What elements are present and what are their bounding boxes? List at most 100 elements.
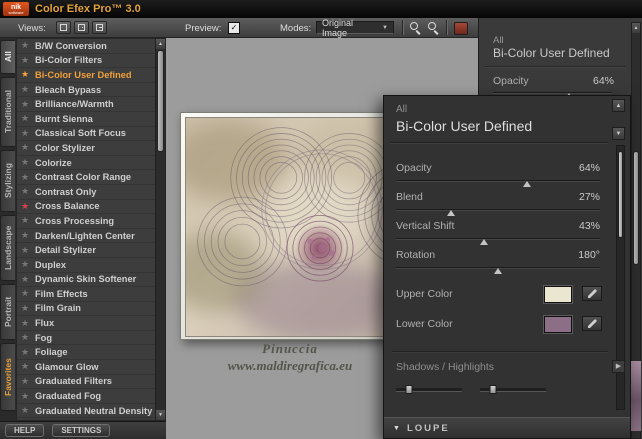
scrollbar-thumb[interactable] (633, 151, 639, 265)
filter-item[interactable]: ★Foliage (17, 345, 156, 360)
zoom-out-tool-icon[interactable] (428, 22, 440, 34)
favorite-star-icon[interactable]: ★ (21, 392, 31, 401)
rotation-value: 180° (578, 249, 600, 261)
tab-landscape[interactable]: Landscape (0, 215, 15, 281)
favorite-star-icon[interactable]: ★ (21, 129, 31, 138)
filter-label: Colorize (35, 158, 72, 168)
filter-item[interactable]: ★Contrast Color Range (17, 170, 156, 185)
scroll-down-icon[interactable]: ▼ (156, 410, 165, 420)
preview-checkbox[interactable]: ✓ (228, 22, 240, 34)
tab-traditional[interactable]: Traditional (0, 77, 15, 147)
tab-all[interactable]: All (0, 40, 15, 74)
color-compare-button[interactable] (454, 22, 468, 35)
favorite-star-icon[interactable]: ★ (21, 362, 31, 371)
filter-item[interactable]: ★B/W Conversion (17, 39, 156, 54)
filter-item[interactable]: ★ Duplex (17, 258, 156, 273)
lower-color-eyedropper-button[interactable] (582, 316, 602, 331)
filter-item[interactable]: ★Dynamic Skin Softener (17, 273, 156, 288)
upper-color-eyedropper-button[interactable] (582, 286, 602, 301)
favorite-star-icon[interactable]: ★ (21, 260, 31, 269)
filter-item[interactable]: ★Fog (17, 331, 156, 346)
blend-slider[interactable] (396, 209, 600, 219)
scrollbar-thumb[interactable] (618, 151, 623, 238)
loupe-collapse-icon[interactable]: ▼ (393, 425, 400, 432)
favorite-star-icon[interactable]: ★ (21, 114, 31, 123)
favorite-star-icon[interactable]: ★ (21, 246, 31, 255)
view-split-button[interactable] (74, 21, 89, 34)
filter-item[interactable]: ★Brilliance/Warmth (17, 97, 156, 112)
panel-title: Bi-Color User Defined (493, 46, 610, 60)
filter-item[interactable]: ★Burnt Sienna (17, 112, 156, 127)
favorite-star-icon[interactable]: ★ (21, 348, 31, 357)
expand-section-icon[interactable]: ▶ (612, 360, 625, 373)
favorite-star-icon[interactable]: ★ (21, 319, 31, 328)
filter-item[interactable]: ★Darken/Lighten Center (17, 229, 156, 244)
favorite-star-icon[interactable]: ★ (21, 187, 31, 196)
filter-item[interactable]: ★ Colorize (17, 156, 156, 171)
filter-item[interactable]: ★Contrast Only (17, 185, 156, 200)
filter-item[interactable]: ★Bleach Bypass (17, 83, 156, 98)
favorite-star-icon[interactable]: ★ (21, 216, 31, 225)
vertical-shift-slider[interactable] (396, 238, 600, 248)
filter-item[interactable]: ★Bi-Color Filters (17, 54, 156, 69)
favorite-star-icon[interactable]: ★ (21, 231, 31, 240)
shadows-slider[interactable] (396, 388, 462, 392)
filter-item[interactable]: ★Detail Stylizer (17, 243, 156, 258)
preset-up-icon[interactable]: ▲ (612, 99, 625, 112)
favorite-star-icon[interactable]: ★ (21, 85, 31, 94)
favorite-star-icon[interactable]: ★ (21, 158, 31, 167)
scrollbar-thumb[interactable] (157, 50, 164, 152)
filter-item[interactable]: ★Film Grain (17, 302, 156, 317)
filter-item[interactable]: ★Glamour Glow (17, 360, 156, 375)
loupe-bar[interactable]: ▼ LOUPE (384, 417, 630, 438)
tab-stylizing[interactable]: Stylizing (0, 150, 15, 212)
slider-thumb[interactable] (447, 210, 455, 216)
favorite-star-icon[interactable]: ★ (21, 202, 31, 211)
tab-portrait[interactable]: Portrait (0, 284, 15, 340)
highlights-slider[interactable] (480, 388, 546, 392)
filter-item[interactable]: ★Flux (17, 316, 156, 331)
filter-item[interactable]: ★Graduated Filters (17, 375, 156, 390)
favorite-star-icon[interactable]: ★ (21, 143, 31, 152)
zoom-tool-icon[interactable] (410, 22, 422, 34)
favorite-star-icon[interactable]: ★ (21, 41, 31, 50)
favorite-star-icon[interactable]: ★ (21, 70, 31, 79)
slider-thumb[interactable] (480, 239, 488, 245)
upper-color-swatch[interactable] (544, 286, 572, 303)
favorite-star-icon[interactable]: ★ (21, 304, 31, 313)
favorite-star-icon[interactable]: ★ (21, 275, 31, 284)
scroll-up-icon[interactable]: ▲ (632, 23, 640, 33)
slider-thumb[interactable] (406, 385, 413, 394)
favorite-star-icon[interactable]: ★ (21, 100, 31, 109)
preset-down-icon[interactable]: ▼ (612, 127, 625, 140)
settings-button[interactable]: SETTINGS (52, 424, 110, 437)
favorite-star-icon[interactable]: ★ (21, 173, 31, 182)
favorite-star-icon[interactable]: ★ (21, 289, 31, 298)
view-single-button[interactable] (56, 21, 71, 34)
modes-dropdown[interactable]: Original Image ▼ (316, 21, 394, 34)
filter-item[interactable]: ★Cross Processing (17, 214, 156, 229)
filter-item[interactable]: ★Graduated Fog (17, 389, 156, 404)
tab-favorites[interactable]: Favorites (0, 343, 15, 411)
favorite-star-icon[interactable]: ★ (21, 377, 31, 386)
filter-item-selected[interactable]: ★Bi-Color User Defined (17, 68, 156, 83)
filter-label: Duplex (35, 260, 66, 270)
filter-list-scrollbar[interactable]: ▲ ▼ (155, 39, 165, 420)
slider-thumb[interactable] (523, 181, 531, 187)
opacity-slider[interactable] (396, 180, 600, 190)
filter-item[interactable]: ★Cross Balance (17, 200, 156, 215)
lower-color-swatch[interactable] (544, 316, 572, 333)
rotation-slider[interactable] (396, 267, 600, 277)
filter-item[interactable]: ★Graduated Neutral Density (17, 404, 156, 419)
scroll-up-icon[interactable]: ▲ (156, 39, 165, 49)
help-button[interactable]: HELP (5, 424, 44, 437)
slider-thumb[interactable] (494, 268, 502, 274)
favorite-star-icon[interactable]: ★ (21, 406, 31, 415)
filter-item[interactable]: ★Color Stylizer (17, 141, 156, 156)
favorite-star-icon[interactable]: ★ (21, 56, 31, 65)
filter-item[interactable]: ★Classical Soft Focus (17, 127, 156, 142)
filter-item[interactable]: ★Film Effects (17, 287, 156, 302)
view-sidebyside-button[interactable] (92, 21, 107, 34)
slider-thumb[interactable] (490, 385, 497, 394)
favorite-star-icon[interactable]: ★ (21, 333, 31, 342)
